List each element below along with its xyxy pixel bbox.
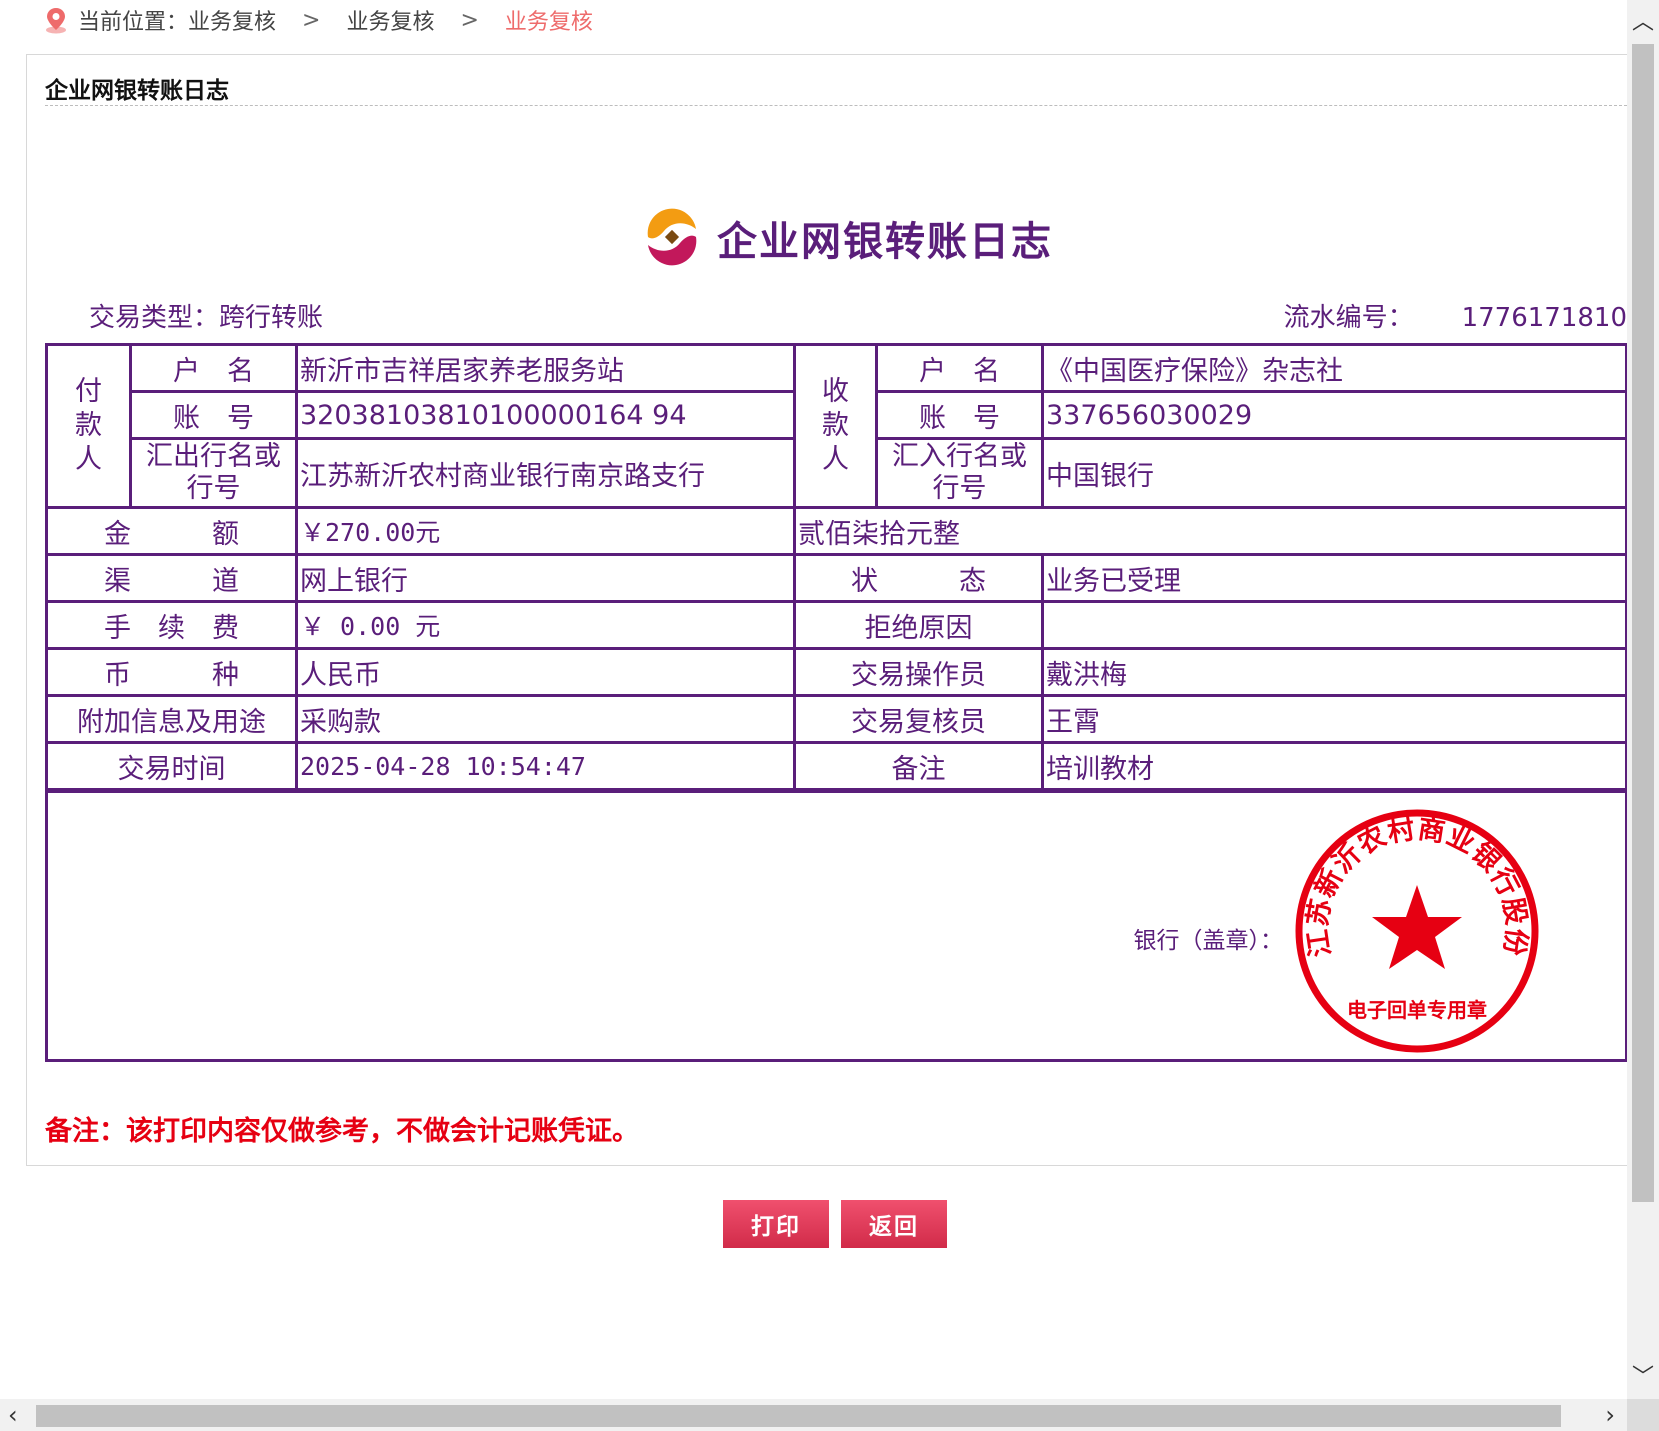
breadcrumb-separator: > (302, 7, 321, 33)
scroll-down-icon[interactable]: ﹀ (1627, 1359, 1659, 1391)
amount-upper: 贰佰柒拾元整 (793, 506, 1628, 556)
operator-value: 戴洪梅 (1041, 647, 1628, 697)
scroll-left-icon[interactable]: ‹ (8, 1401, 18, 1429)
breadcrumb-prefix[interactable]: 当前位置：业务复核 (78, 4, 276, 36)
payee-bank: 中国银行 (1041, 437, 1628, 509)
print-button[interactable]: 打印 (723, 1200, 829, 1248)
reviewer-value: 王霄 (1041, 694, 1628, 744)
payer-account-label: 账 号 (129, 390, 298, 440)
panel-divider (45, 105, 1627, 106)
payee-bank-label: 汇入行名或行号 (875, 437, 1044, 509)
breadcrumb-separator: > (460, 7, 479, 33)
currency-value: 人民币 (295, 647, 796, 697)
breadcrumb-level2[interactable]: 业务复核 (346, 4, 434, 36)
reject-reason-label: 拒绝原因 (793, 600, 1044, 650)
bank-stamp-label: 银行（盖章）： (1133, 928, 1284, 954)
channel-label: 渠 道 (45, 553, 298, 603)
remark-label: 备注 (793, 741, 1044, 792)
breadcrumb-current: 业务复核 (504, 10, 593, 35)
reject-reason-value (1041, 600, 1628, 650)
payee-side-label: 收款人 (793, 343, 878, 509)
amount-value: ￥270.00元 (295, 506, 796, 556)
bank-logo-icon (647, 208, 697, 266)
panel-title: 企业网银转账日志 (45, 78, 229, 104)
back-button[interactable]: 返回 (841, 1200, 947, 1248)
channel-value: 网上银行 (295, 553, 796, 603)
operator-label: 交易操作员 (793, 647, 1044, 697)
payee-name-label: 户 名 (875, 343, 1044, 393)
scroll-right-icon[interactable]: › (1605, 1401, 1615, 1429)
breadcrumb: 当前位置：业务复核 > 业务复核 > 业务复核 (44, 4, 593, 36)
purpose-label: 附加信息及用途 (45, 694, 298, 744)
payer-side-label: 付款人 (45, 343, 132, 509)
horizontal-scroll-thumb[interactable] (36, 1405, 1561, 1427)
payee-account: 337656030029 (1041, 390, 1628, 440)
log-panel: 企业网银转账日志 企业网银转账日志 交易类型：跨行转账 流水编号： 1776171… (26, 54, 1628, 1166)
fee-label: 手 续 费 (45, 600, 298, 650)
payee-name: 《中国医疗保险》杂志社 (1041, 343, 1628, 393)
serial-value: 1776171810 (1461, 303, 1627, 333)
horizontal-scrollbar[interactable]: ‹ › (0, 1399, 1659, 1431)
payee-account-label: 账 号 (875, 390, 1044, 440)
time-label: 交易时间 (45, 741, 298, 792)
amount-label: 金 额 (45, 506, 298, 556)
scroll-up-icon[interactable]: ︿ (1627, 4, 1659, 36)
document-title: 企业网银转账日志 (717, 219, 1053, 265)
serial-number: 流水编号： 1776171810 (1284, 297, 1627, 334)
location-pin-icon (46, 8, 66, 34)
remark-value: 培训教材 (1041, 741, 1628, 792)
payer-bank: 江苏新沂农村商业银行南京路支行 (295, 437, 796, 509)
bank-seal-icon: 江苏新沂农村商业银行股份有限公司 电子回单专用章 (1291, 805, 1539, 1053)
status-value: 业务已受理 (1041, 553, 1628, 603)
time-value: 2025-04-28 10:54:47 (295, 741, 796, 792)
payer-name-label: 户 名 (129, 343, 298, 393)
stamp-area: 银行（盖章）： 江苏新沂农村商业银行股份有限公司 电子回单专用章 (45, 788, 1628, 1062)
transfer-table: 付款人 户 名 新沂市吉祥居家养老服务站 收款人 户 名 《中国医疗保险》杂志社… (45, 343, 1628, 1062)
payer-account: 32038103810100000164 94 (295, 390, 796, 440)
transaction-type: 交易类型：跨行转账 (89, 303, 324, 333)
payer-bank-label: 汇出行名或行号 (129, 437, 298, 509)
reviewer-label: 交易复核员 (793, 694, 1044, 744)
purpose-value: 采购款 (295, 694, 796, 744)
scrollbar-corner (1627, 1399, 1659, 1431)
print-note: 备注：该打印内容仅做参考，不做会计记账凭证。 (45, 1116, 639, 1147)
currency-label: 币 种 (45, 647, 298, 697)
svg-text:电子回单专用章: 电子回单专用章 (1347, 998, 1487, 1022)
payer-name: 新沂市吉祥居家养老服务站 (295, 343, 796, 393)
vertical-scroll-thumb[interactable] (1632, 44, 1654, 1202)
fee-value: ￥ 0.00 元 (295, 600, 796, 650)
serial-label: 流水编号： (1283, 303, 1414, 333)
status-label: 状 态 (793, 553, 1044, 603)
vertical-scrollbar[interactable]: ︿ ﹀ (1627, 0, 1659, 1399)
